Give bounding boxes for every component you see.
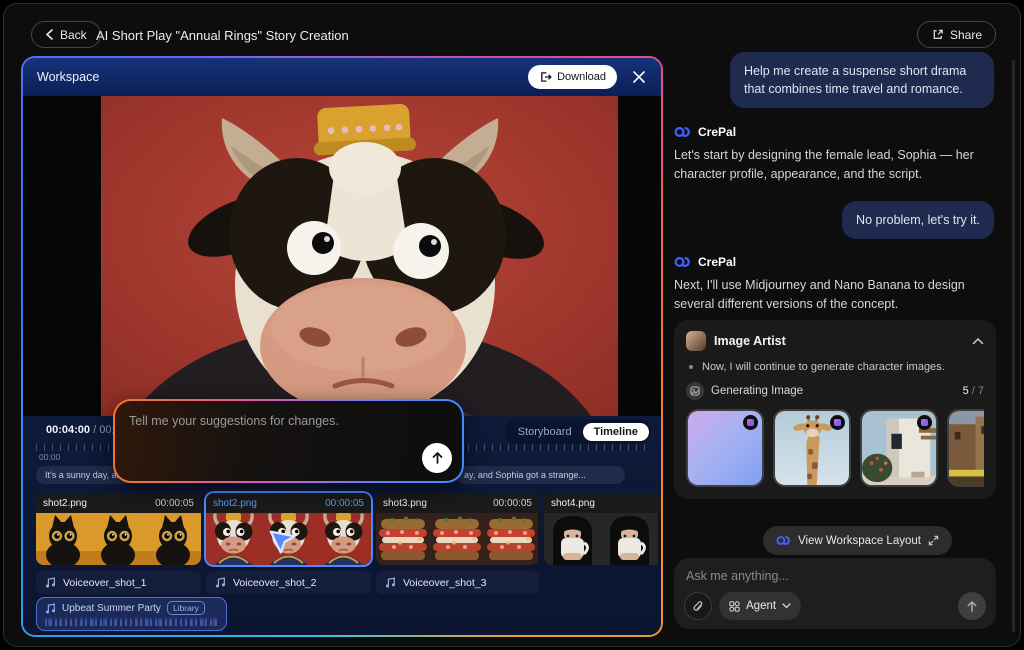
cursor-pointer-icon [268,525,298,555]
clip-thumbnails [36,513,201,565]
close-icon[interactable] [630,68,648,86]
generating-status: Generating Image [711,385,956,397]
paperclip-icon [692,600,704,613]
suggestion-input-overlay: Tell me your suggestions for changes. [113,399,464,483]
download-button[interactable]: Download [528,65,617,89]
music-title: Upbeat Summer Party [62,603,161,614]
app-window: Back AI Short Play "Annual Rings" Story … [3,3,1021,647]
share-label: Share [950,28,982,42]
generated-thumbnail-gradient[interactable] [686,409,764,487]
arrow-up-icon [966,600,978,613]
clip-name: shot4.png [551,498,595,509]
user-message-2: No problem, let's try it. [842,201,994,239]
suggestion-input[interactable]: Tell me your suggestions for changes. [129,414,339,428]
back-label: Back [60,28,87,42]
video-preview[interactable] [23,96,661,416]
image-artist-avatar [686,331,706,351]
workspace-panel: Workspace Download [21,56,663,637]
chevron-down-icon [782,603,791,609]
bot-name: CrePal [698,255,736,269]
clip-duration: 00:00:05 [493,498,532,509]
voiceover-label: Voiceover_shot_3 [403,577,486,589]
timeline-clip-4[interactable]: shot4.png [544,493,661,565]
tab-timeline[interactable]: Timeline [583,423,649,441]
generated-thumbnails [686,409,984,487]
user-message-1: Help me create a suspense short drama th… [730,52,994,108]
chat-input[interactable]: Ask me anything... [686,569,984,583]
chevron-up-icon[interactable] [972,337,984,345]
clip-name: shot3.png [383,498,427,509]
audio-waveform [45,617,218,626]
view-workspace-layout-button[interactable]: View Workspace Layout [763,526,952,555]
bot-message-2: Next, I'll use Midjourney and Nano Banan… [674,276,1004,314]
chat-input-card: Ask me anything... Agent [674,558,996,629]
clip-thumbnails [376,513,539,565]
ruler-start-label: 00:00 [39,452,60,462]
agent-label: Agent [746,600,776,612]
generated-thumbnail-town[interactable] [947,409,984,487]
bullet-dot [689,365,693,369]
music-note-icon [215,576,226,589]
music-note-icon [45,576,56,589]
voiceover-track-3[interactable]: Voiceover_shot_3 [376,571,539,594]
share-button[interactable]: Share [917,21,996,48]
timeline-clip-1[interactable]: shot2.png 00:00:05 [36,493,201,565]
clip-thumbnails [544,513,661,565]
music-note-icon [45,602,56,615]
clip-name: shot2.png [43,498,87,509]
voiceover-track-2[interactable]: Voiceover_shot_2 [206,571,371,594]
image-artist-note: Now, I will continue to generate charact… [702,361,945,373]
library-tag: Library [167,601,205,615]
expand-icon [928,535,939,546]
cow-character-frame [101,96,618,416]
agent-grid-icon [729,601,740,612]
clip-duration: 00:00:05 [325,498,364,509]
caption-chip[interactable]: ay, and Sophia got a strange... [455,466,625,484]
clip-duration: 00:00:05 [155,498,194,509]
view-workspace-layout-label: View Workspace Layout [798,535,921,547]
bot-name: CrePal [698,125,736,139]
download-label: Download [557,71,606,83]
timeline-clip-2-selected[interactable]: shot2.png 00:00:05 [206,493,371,565]
crepal-logo-icon [674,126,691,138]
time-current: 00:04:00 [46,424,90,436]
image-badge-icon [830,415,845,430]
crepal-logo-icon [776,535,791,546]
workspace-title: Workspace [37,70,99,84]
timeline-clip-3[interactable]: shot3.png 00:00:05 [376,493,539,565]
generation-progress: 5 / 7 [963,385,984,397]
clip-name: shot2.png [213,498,257,509]
arrow-up-icon [431,451,444,465]
generated-thumbnail-building[interactable] [860,409,938,487]
image-badge-icon [917,415,932,430]
crepal-logo-icon [674,256,691,268]
music-note-icon [385,576,396,589]
image-badge-icon [743,415,758,430]
page-title: AI Short Play "Annual Rings" Story Creat… [96,28,349,43]
image-artist-card: Image Artist Now, I will continue to gen… [674,320,996,499]
voiceover-label: Voiceover_shot_2 [233,577,316,589]
view-toggle: Storyboard Timeline [505,419,651,444]
voiceover-label: Voiceover_shot_1 [63,577,146,589]
agent-selector[interactable]: Agent [719,592,801,620]
send-message-button[interactable] [958,592,986,620]
bot-message-1: Let's start by designing the female lead… [674,146,1004,184]
image-artist-title: Image Artist [714,334,964,348]
voiceover-track-1[interactable]: Voiceover_shot_1 [36,571,201,594]
generated-thumbnail-giraffe[interactable] [773,409,851,487]
bot-identity: CrePal [674,255,736,269]
attachment-button[interactable] [684,592,712,620]
bot-identity: CrePal [674,125,736,139]
back-button[interactable]: Back [31,21,101,48]
download-icon [539,71,552,83]
tab-storyboard[interactable]: Storyboard [507,423,583,441]
generating-icon [686,382,704,400]
chevron-left-icon [45,29,54,40]
music-track[interactable]: Upbeat Summer Party Library [36,597,227,631]
chat-scrollbar[interactable] [1012,60,1015,632]
share-icon [931,28,944,41]
send-suggestion-button[interactable] [422,443,452,473]
